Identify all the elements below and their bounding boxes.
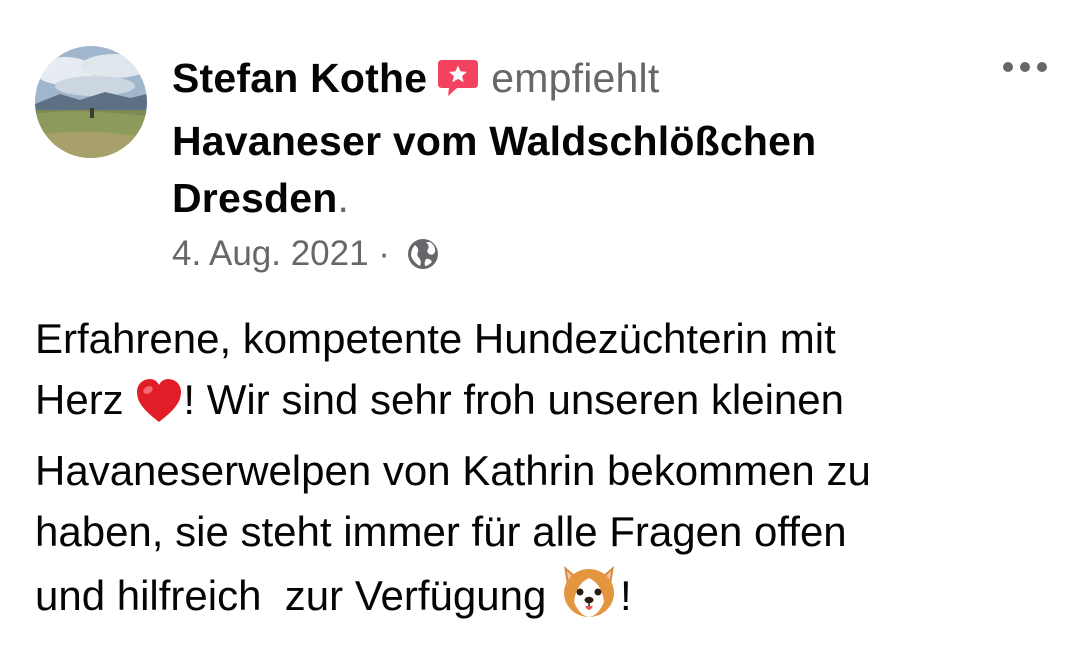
more-options-icon[interactable] — [1000, 55, 1050, 79]
post-text-line: und hilfreich zur Verfügung — [35, 572, 558, 619]
post-text: Erfahrene, kompetente Hundezüchterin mit… — [35, 308, 1045, 636]
post-text-line: Havaneserwelpen von Kathrin bekommen zu — [35, 447, 871, 494]
author-name[interactable]: Stefan Kothe — [172, 55, 427, 101]
post-text-line: Erfahrene, kompetente Hundezüchterin mit — [35, 315, 836, 362]
action-text: empfiehlt — [491, 55, 660, 101]
globe-icon — [406, 237, 440, 282]
post-text-line: Herz — [35, 376, 136, 423]
page-name[interactable]: Havaneser vom Waldschlößchen Dresden — [172, 118, 816, 221]
heart-emoji — [135, 378, 183, 440]
post-meta: 4. Aug. 2021 · — [172, 232, 440, 282]
post-text-line: ! Wir sind sehr froh unseren kleinen — [183, 376, 844, 423]
recommendation-badge-icon — [437, 56, 479, 113]
post-text-line: ! — [620, 572, 632, 619]
dog-face-emoji — [558, 562, 620, 636]
post-text-line: haben, sie steht immer für alle Fragen o… — [35, 508, 847, 555]
meta-separator: · — [368, 234, 400, 273]
post-date[interactable]: 4. Aug. 2021 — [172, 234, 369, 273]
author-avatar[interactable] — [35, 46, 147, 158]
post-header: Stefan Kothe empfiehlt Havaneser vom Wald… — [172, 50, 932, 227]
trailing-period: . — [337, 175, 350, 221]
